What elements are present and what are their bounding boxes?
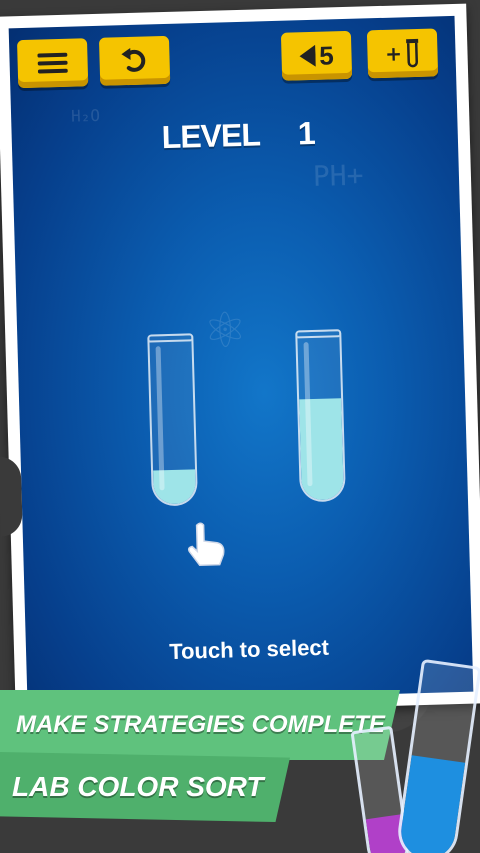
tube-rim	[147, 333, 194, 343]
tube-gloss	[155, 346, 165, 491]
undo-button[interactable]	[98, 35, 171, 86]
formula-doodle: H₂O	[70, 105, 101, 126]
blue-liquid	[397, 755, 466, 853]
undo-icon	[120, 47, 149, 74]
atom-doodle: ⚛	[206, 291, 245, 363]
promo-line2-text: LAB COLOR SORT	[12, 771, 264, 802]
test-tube-1[interactable]	[147, 333, 199, 507]
frame-notch	[0, 456, 23, 537]
game-screen-frame: H₂O PH+ ⚛ 5 + LEVEL 1 Touch to select	[0, 3, 480, 717]
level-label: LEVEL	[161, 116, 261, 156]
triangle-left-icon	[299, 44, 316, 67]
promo-banner-line1: MAKE STRATEGIES COMPLETE	[0, 690, 400, 760]
plus-label: +	[384, 41, 403, 66]
promo-line1-text: MAKE STRATEGIES COMPLETE	[16, 711, 385, 738]
hamburger-menu-icon	[37, 51, 68, 76]
tube-rim	[295, 329, 342, 339]
add-tube-button[interactable]: +	[366, 28, 439, 79]
menu-button[interactable]	[16, 38, 89, 89]
game-screen: H₂O PH+ ⚛ 5 + LEVEL 1 Touch to select	[8, 15, 474, 705]
pointing-hand-icon	[182, 520, 229, 571]
undo-count: 5	[318, 39, 335, 71]
level-number: 1	[297, 114, 316, 152]
level-indicator: LEVEL 1	[161, 115, 315, 156]
test-tube-icon	[405, 38, 420, 68]
back-moves-button[interactable]: 5	[280, 30, 353, 81]
promo-banner-line2: LAB COLOR SORT	[0, 752, 290, 822]
test-tube-2[interactable]	[295, 329, 346, 503]
touch-hint: Touch to select	[168, 634, 330, 665]
ph-doodle: PH+	[312, 158, 364, 193]
